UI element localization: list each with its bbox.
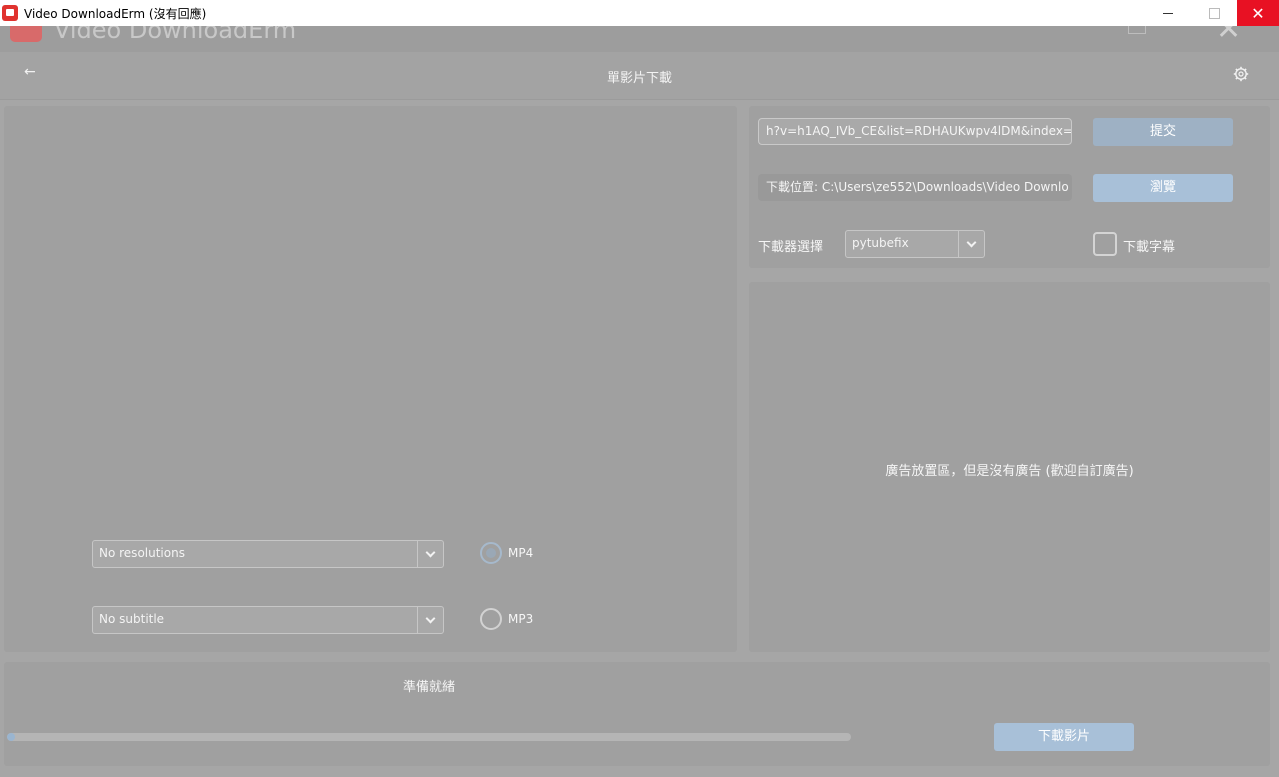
page-title: 單影片下載: [606, 71, 672, 86]
chevron-down-icon[interactable]: [958, 231, 984, 257]
chevron-down-icon[interactable]: [417, 607, 443, 633]
url-input-value: h?v=h1AQ_IVb_CE&list=RDHAUKwpv4lDM&index…: [766, 124, 1072, 138]
status-text: 準備就緒: [403, 680, 456, 695]
app-title: Video DownloadErm: [54, 26, 297, 44]
minimize-button[interactable]: [1145, 0, 1191, 26]
window-controls: ✕: [1145, 0, 1279, 26]
window-title: Video DownloadErm (沒有回應): [24, 6, 207, 21]
download-subtitle-checkbox[interactable]: [1093, 232, 1117, 256]
window-titlebar[interactable]: Video DownloadErm (沒有回應) ✕: [0, 0, 1279, 26]
mp3-radio[interactable]: [480, 608, 502, 630]
resolution-select[interactable]: No resolutions: [92, 540, 444, 568]
download-subtitle-label: 下載字幕: [1123, 240, 1176, 255]
downloader-select-value: pytubefix: [852, 236, 909, 250]
progress-bar: [7, 733, 851, 741]
close-button[interactable]: ✕: [1237, 0, 1279, 26]
downloader-select[interactable]: pytubefix: [845, 230, 985, 258]
top-bar: ← 單影片下載: [0, 52, 1279, 100]
mp4-radio[interactable]: [480, 542, 502, 564]
browse-button[interactable]: 瀏覽: [1093, 174, 1233, 202]
submit-button[interactable]: 提交: [1093, 118, 1233, 146]
subtitle-select-value: No subtitle: [99, 612, 165, 626]
close-icon: ✕: [1251, 3, 1265, 23]
download-path-field: 下載位置: C:\Users\ze552\Downloads\Video Dow…: [758, 174, 1072, 201]
subtitle-select[interactable]: No subtitle: [92, 606, 444, 634]
app-close-icon[interactable]: ✕: [1216, 26, 1241, 47]
mp3-label: MP3: [508, 612, 534, 626]
ad-placeholder-text: 廣告放置區，但是沒有廣告 (歡迎自訂廣告): [885, 464, 1134, 479]
app-logo: [10, 26, 42, 42]
app-maximize-icon[interactable]: [1128, 26, 1146, 34]
url-input[interactable]: h?v=h1AQ_IVb_CE&list=RDHAUKwpv4lDM&index…: [758, 118, 1072, 145]
video-preview-panel: [4, 106, 737, 652]
app-header: Video DownloadErm ✕: [0, 26, 1279, 52]
app-icon: [2, 5, 18, 21]
progress-fill: [7, 733, 16, 741]
downloader-label: 下載器選擇: [758, 240, 824, 255]
chevron-down-icon[interactable]: [417, 541, 443, 567]
mp4-label: MP4: [508, 546, 534, 560]
app-window: Video DownloadErm ✕ ← 單影片下載 h?v=h1AQ_IVb…: [0, 26, 1279, 777]
download-video-button[interactable]: 下載影片: [994, 723, 1134, 751]
resolution-select-value: No resolutions: [99, 546, 185, 560]
gear-icon[interactable]: [1233, 66, 1249, 82]
maximize-button[interactable]: [1191, 0, 1237, 26]
